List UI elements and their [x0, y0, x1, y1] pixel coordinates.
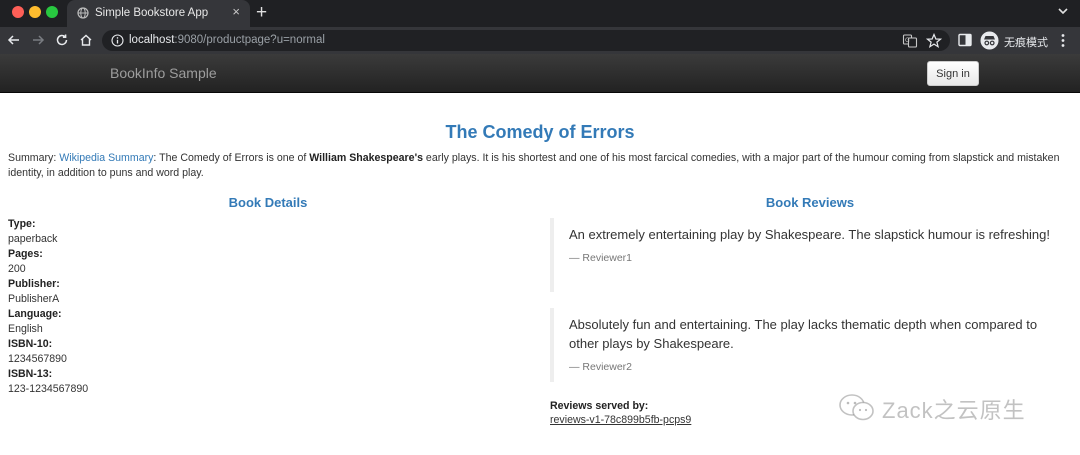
window-zoom-button[interactable]	[46, 6, 58, 18]
summary-author: William Shakespeare's	[309, 152, 423, 164]
svg-text:G: G	[905, 37, 910, 44]
sign-in-button[interactable]: Sign in	[927, 61, 979, 86]
detail-value-language: English	[8, 323, 43, 335]
detail-label-language: Language:	[8, 308, 62, 320]
new-tab-button[interactable]: +	[256, 3, 267, 23]
detail-value-pages: 200	[8, 263, 26, 275]
book-reviews-heading: Book Reviews	[765, 195, 855, 210]
detail-value-publisher: PublisherA	[8, 293, 60, 305]
book-details-list: Type: paperback Pages: 200 Publisher: Pu…	[8, 217, 88, 397]
wechat-icon	[839, 394, 874, 421]
url-path: :9080/productpage?u=normal	[174, 34, 325, 46]
app-navbar: BookInfo Sample Sign in	[0, 54, 1080, 93]
watermark-text: Zack之云原生	[882, 398, 1026, 423]
globe-icon	[77, 7, 89, 19]
wikipedia-summary-link[interactable]: Wikipedia Summary	[59, 152, 153, 164]
review-text: An extremely entertaining play by Shakes…	[569, 227, 1051, 242]
review-item: Absolutely fun and entertaining. The pla…	[550, 308, 1060, 382]
book-title: The Comedy of Errors	[445, 122, 635, 142]
detail-label-isbn13: ISBN-13:	[8, 368, 53, 380]
book-details-heading: Book Details	[228, 195, 308, 210]
review-author: — Reviewer2	[569, 361, 633, 373]
translate-icon[interactable]: G	[902, 33, 918, 49]
detail-label-type: Type:	[8, 218, 36, 230]
detail-value-isbn10: 1234567890	[8, 353, 67, 365]
browser-tab-strip: Simple Bookstore App × +	[0, 0, 1080, 27]
review-item: An extremely entertaining play by Shakes…	[550, 218, 1060, 292]
reviews-served-by-label: Reviews served by:	[550, 400, 649, 412]
incognito-label: 无痕模式	[1004, 37, 1048, 49]
watermark: Zack之云原生	[838, 393, 1025, 423]
url-host: localhost	[129, 34, 175, 46]
incognito-icon[interactable]	[980, 31, 999, 50]
book-summary: Summary: Wikipedia Summary: The Comedy o…	[8, 151, 1074, 181]
back-arrow-icon[interactable]	[7, 33, 21, 47]
window-minimize-button[interactable]	[29, 6, 41, 18]
side-panel-icon[interactable]	[957, 32, 973, 48]
reviews-served-by-value: reviews-v1-78c899b5fb-pcps9	[550, 414, 692, 426]
address-url[interactable]: localhost:9080/productpage?u=normal	[129, 34, 325, 46]
reload-icon[interactable]	[55, 33, 69, 47]
chevron-down-icon[interactable]	[1056, 4, 1070, 18]
window-close-button[interactable]	[12, 6, 24, 18]
more-menu-icon[interactable]	[1058, 33, 1068, 48]
summary-prefix: Summary:	[8, 152, 60, 164]
detail-value-type: paperback	[8, 233, 58, 245]
navbar-brand[interactable]: BookInfo Sample	[110, 65, 217, 81]
tab-title: Simple Bookstore App	[95, 7, 209, 19]
summary-mid: : The Comedy of Errors is one of	[153, 152, 310, 164]
star-icon[interactable]	[926, 33, 942, 49]
browser-tab-active[interactable]: Simple Bookstore App ×	[67, 0, 250, 27]
detail-label-publisher: Publisher:	[8, 278, 60, 290]
detail-value-isbn13: 123-1234567890	[8, 383, 89, 395]
review-text: Absolutely fun and entertaining. The pla…	[569, 317, 1038, 351]
browser-toolbar: localhost:9080/productpage?u=normal G 无痕…	[0, 27, 1080, 54]
info-icon[interactable]	[111, 34, 124, 47]
address-bar[interactable]: localhost:9080/productpage?u=normal G	[102, 30, 950, 51]
forward-arrow-icon[interactable]	[31, 33, 45, 47]
review-author: — Reviewer1	[569, 252, 633, 264]
tab-close-icon[interactable]: ×	[232, 5, 240, 19]
home-icon[interactable]	[79, 33, 93, 47]
detail-label-pages: Pages:	[8, 248, 43, 260]
detail-label-isbn10: ISBN-10:	[8, 338, 53, 350]
